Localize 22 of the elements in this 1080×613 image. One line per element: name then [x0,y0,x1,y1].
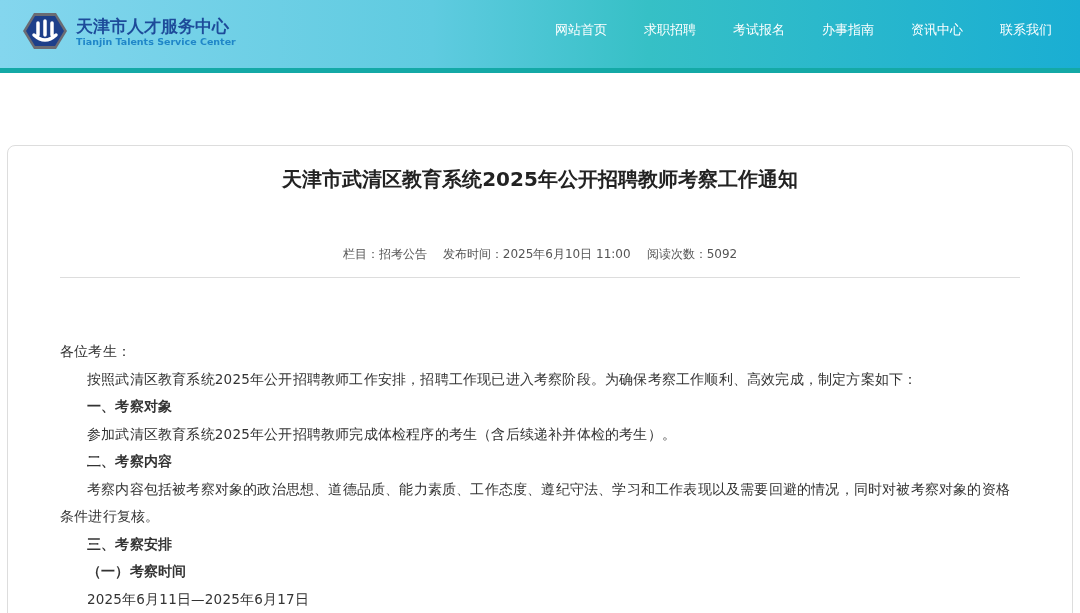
paragraph: 参加武清区教育系统2025年公开招聘教师完成体检程序的考生（含后续递补并体检的考生）。 [86,424,677,444]
section-heading: 一、考察对象 [86,397,174,416]
article-title: 天津市武清区教育系统2025年公开招聘教师考察工作通知 [281,166,799,193]
nav-link[interactable]: 资讯中心 [892,21,981,39]
nav-link[interactable]: 考试报名 [714,21,803,39]
paragraph: 2025年6月11日—2025年6月17日 [86,589,310,609]
paragraph: 按照武清区教育系统2025年公开招聘教师工作安排，招聘工作现已进入考察阶段。为确保考察工作顺利、高效完成，制定方案如下： [86,369,919,389]
site-title: 天津市人才服务中心 [76,15,230,36]
paragraph: 考察内容包括被考察对象的政治思想、道德品质、能力素质、工作态度、遵纪守法、学习和工作表现以及需要回避的情况，同时对被考察对象的资格条件进行复核。 [60,479,1011,526]
nav-link[interactable]: 求职招聘 [625,21,714,39]
paragraph: 各位考生： [60,342,132,361]
article-meta: 阅读次数：5092 [646,246,738,263]
site-subtitle: Tianjin Talents Service Center [76,35,236,47]
section-heading: 二、考察内容 [86,452,174,471]
nav-link[interactable]: 办事指南 [803,21,892,39]
logo-icon [22,11,68,51]
nav-link[interactable]: 联系我们 [981,21,1070,39]
nav-link[interactable]: 网站首页 [536,21,625,39]
article-meta: 发布时间：2025年6月10日 11:00 [442,246,631,263]
section-heading: （一）考察时间 [86,562,188,581]
section-heading: 三、考察安排 [86,534,174,554]
article-meta: 栏目：招考公告 [342,246,427,263]
